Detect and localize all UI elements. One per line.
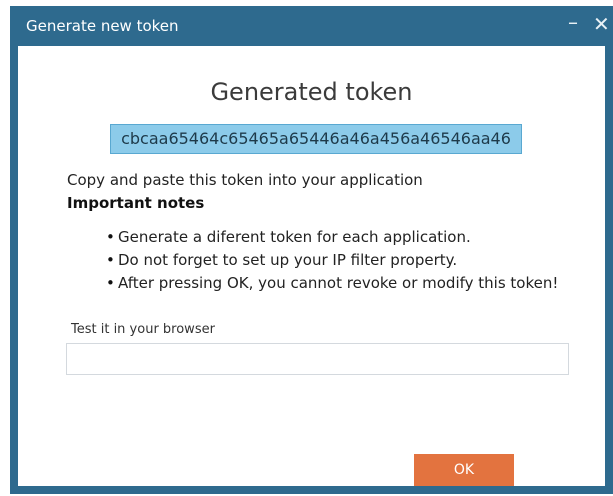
generate-token-window: Generate new token – ✕ Generated token c… <box>10 6 613 494</box>
title-bar[interactable]: Generate new token – ✕ <box>10 6 613 46</box>
list-item: Do not forget to set up your IP filter p… <box>106 251 558 274</box>
important-notes-heading: Important notes <box>67 194 205 212</box>
close-icon[interactable]: ✕ <box>593 14 610 34</box>
test-browser-label: Test it in your browser <box>71 322 215 337</box>
dialog-content: Generated token cbcaa65464c65465a65446a4… <box>18 46 605 486</box>
dialog-heading: Generated token <box>210 78 413 106</box>
token-display[interactable]: cbcaa65464c65465a65446a46a456a46546aa46 <box>110 124 522 154</box>
list-item: After pressing OK, you cannot revoke or … <box>106 274 558 297</box>
copy-instruction: Copy and paste this token into your appl… <box>67 171 423 189</box>
window-title: Generate new token <box>26 17 179 35</box>
minimize-icon[interactable]: – <box>568 12 578 32</box>
test-browser-input[interactable] <box>66 343 569 375</box>
list-item: Generate a diferent token for each appli… <box>106 228 558 251</box>
notes-list: Generate a diferent token for each appli… <box>106 228 558 297</box>
ok-button[interactable]: OK <box>414 454 514 486</box>
